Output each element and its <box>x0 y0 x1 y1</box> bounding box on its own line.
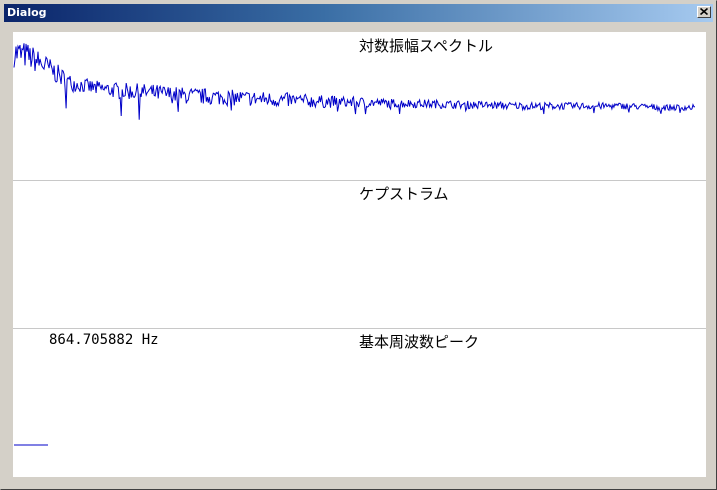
close-icon <box>700 8 708 15</box>
window-title: Dialog <box>7 6 47 19</box>
title-bar[interactable]: Dialog <box>4 4 713 22</box>
spectrum-title: 対数振幅スペクトル <box>359 37 493 55</box>
spectrum-series-line <box>13 43 696 120</box>
cepstrum-title: ケプストラム <box>359 185 449 203</box>
peak-plot <box>14 444 48 446</box>
peak-panel: 864.705882 Hz 基本周波数ピーク <box>13 329 706 477</box>
close-button[interactable] <box>697 6 711 18</box>
dialog-window: Dialog 対数振幅スペクトル ケプストラム 864.705882 Hz 基本… <box>0 0 717 490</box>
cepstrum-panel: ケプストラム <box>13 181 706 328</box>
spectrum-panel: 対数振幅スペクトル <box>13 32 706 180</box>
client-area: 対数振幅スペクトル ケプストラム 864.705882 Hz 基本周波数ピーク <box>13 32 706 477</box>
